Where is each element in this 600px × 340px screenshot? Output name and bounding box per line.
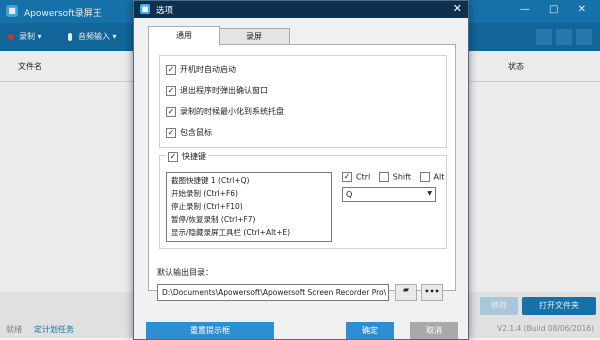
modifier-ctrl[interactable]: ✓ Ctrl <box>342 172 370 182</box>
option-minimize-tray[interactable]: ✓ 录制的时候最小化到系统托盘 <box>166 106 284 117</box>
list-item[interactable]: 显示/隐藏录屏工具栏 (Ctrl+Alt+E) <box>171 227 290 238</box>
option-autostart[interactable]: ✓ 开机时自动启动 <box>166 64 236 75</box>
checkbox[interactable]: ✓ <box>166 106 176 117</box>
hotkey-group: ✓ 快捷键 截图快捷键 1 (Ctrl+Q) 开始录制 (Ctrl+F6) 停止录… <box>159 151 450 249</box>
option-label: 包含鼠标 <box>180 128 212 137</box>
open-folder-icon[interactable]: ▰ <box>395 284 417 301</box>
option-label: 开机时自动启动 <box>180 65 236 74</box>
option-exit-confirm[interactable]: ✓ 退出程序时弹出确认窗口 <box>166 85 268 96</box>
output-dir-field[interactable]: D:\Documents\Apowersoft\Apowersoft Scree… <box>157 284 389 301</box>
browse-button[interactable]: ••• <box>421 284 443 301</box>
general-settings-panel: ✓ 开机时自动启动 ✓ 退出程序时弹出确认窗口 ✓ 录制的时候最小化到系统托盘 ✓ 包含… <box>148 44 456 301</box>
dialog-title: 选项 <box>156 6 174 16</box>
modifier-shift[interactable]: Shift <box>378 172 411 182</box>
list-item[interactable]: 截图快捷键 1 (Ctrl+Q) <box>171 175 249 186</box>
options-dialog: ■ 选项 ✕ 通用 录屏 ✓ 开机时自动启动 ✓ 退出程序时弹出确认窗口 ✓ 录制的时… <box>133 0 469 340</box>
option-label: 退出程序时弹出确认窗口 <box>180 86 268 95</box>
general-options-group: ✓ 开机时自动启动 ✓ 退出程序时弹出确认窗口 ✓ 录制的时候最小化到系统托盘 ✓ 包含… <box>159 55 447 148</box>
list-item[interactable]: 暂停/恢复录制 (Ctrl+F7) <box>171 214 255 225</box>
list-item[interactable]: 停止录制 (Ctrl+F10) <box>171 201 243 212</box>
output-dir-label: 默认输出目录： <box>157 268 213 277</box>
checkbox[interactable] <box>419 172 430 182</box>
ok-button[interactable]: 确定 <box>346 322 394 339</box>
checkbox[interactable]: ✓ <box>166 64 176 75</box>
reset-prompts-button[interactable]: 重置提示框 <box>146 322 274 339</box>
checkbox[interactable]: ✓ <box>166 127 176 138</box>
hotkey-group-label: 快捷键 <box>182 152 206 161</box>
tab-general[interactable]: 通用 <box>148 26 220 46</box>
hotkey-key-select[interactable]: Q ▼ <box>342 187 436 202</box>
modifier-label: Alt <box>433 172 445 182</box>
modifier-label: Ctrl <box>356 172 371 182</box>
hotkey-toggle[interactable]: ✓ 快捷键 <box>166 151 208 162</box>
hotkey-modifiers: ✓ Ctrl Shift Alt <box>342 172 450 182</box>
checkbox[interactable]: ✓ <box>166 85 176 96</box>
output-dir-value: D:\Documents\Apowersoft\Apowersoft Scree… <box>162 288 387 297</box>
option-label: 录制的时候最小化到系统托盘 <box>180 107 284 116</box>
modifier-label: Shift <box>392 172 411 182</box>
chevron-down-icon: ▼ <box>427 190 432 197</box>
hotkey-key-value: Q <box>346 190 353 199</box>
modifier-alt[interactable]: Alt <box>419 172 445 182</box>
option-include-cursor[interactable]: ✓ 包含鼠标 <box>166 127 212 138</box>
cancel-button[interactable]: 取消 <box>410 322 458 339</box>
dialog-title-bar: ■ 选项 ✕ <box>134 1 468 18</box>
hotkey-list[interactable]: 截图快捷键 1 (Ctrl+Q) 开始录制 (Ctrl+F6) 停止录制 (Ct… <box>166 172 332 242</box>
checkbox[interactable]: ✓ <box>168 151 178 162</box>
checkbox[interactable] <box>378 172 389 182</box>
close-icon[interactable]: ✕ <box>453 2 462 15</box>
checkbox[interactable]: ✓ <box>342 172 352 182</box>
list-item[interactable]: 开始录制 (Ctrl+F6) <box>171 188 238 199</box>
app-logo-icon: ■ <box>140 4 150 14</box>
